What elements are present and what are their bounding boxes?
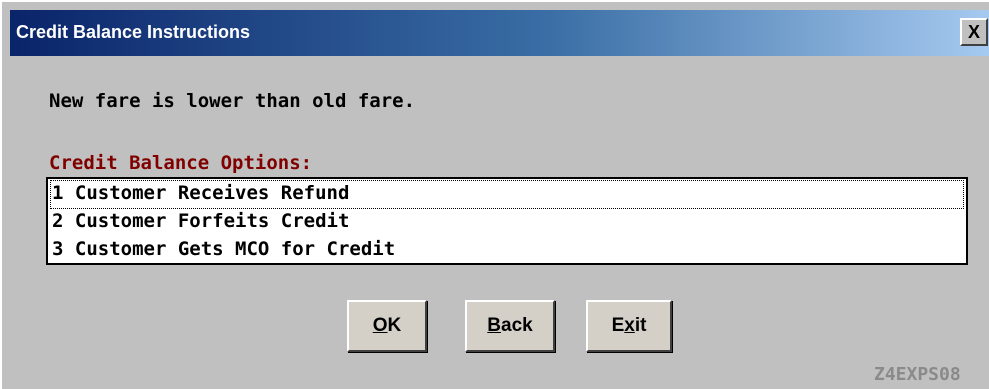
options-heading: Credit Balance Options: xyxy=(49,152,313,174)
close-icon: X xyxy=(967,22,980,42)
title-bar[interactable]: Credit Balance Instructions xyxy=(10,10,989,56)
exit-button[interactable]: Ex it xyxy=(586,300,672,352)
back-label-rest: ack xyxy=(501,315,533,336)
option-forfeit-credit[interactable]: 2 Customer Forfeits Credit xyxy=(50,208,964,237)
back-mnemonic: B xyxy=(487,315,502,336)
credit-options-list[interactable]: 1 Customer Receives Refund 2 Customer Fo… xyxy=(46,177,968,265)
close-button[interactable]: X xyxy=(960,18,988,46)
exit-label-before: E xyxy=(611,315,625,336)
exit-mnemonic: x xyxy=(624,315,635,336)
option-refund[interactable]: 1 Customer Receives Refund xyxy=(50,180,964,209)
ok-button[interactable]: OK xyxy=(347,300,427,352)
exit-label-after: it xyxy=(634,315,647,336)
back-button[interactable]: Back xyxy=(465,300,555,352)
ok-mnemonic: O xyxy=(372,315,388,336)
screen-code: Z4EXPS08 xyxy=(874,364,961,385)
ok-label-rest: K xyxy=(387,315,402,336)
dialog-window: Credit Balance Instructions X New fare i… xyxy=(0,0,989,389)
fare-message: New fare is lower than old fare. xyxy=(49,90,416,112)
window-title: Credit Balance Instructions xyxy=(16,22,251,42)
option-mco-for-credit[interactable]: 3 Customer Gets MCO for Credit xyxy=(50,236,964,265)
